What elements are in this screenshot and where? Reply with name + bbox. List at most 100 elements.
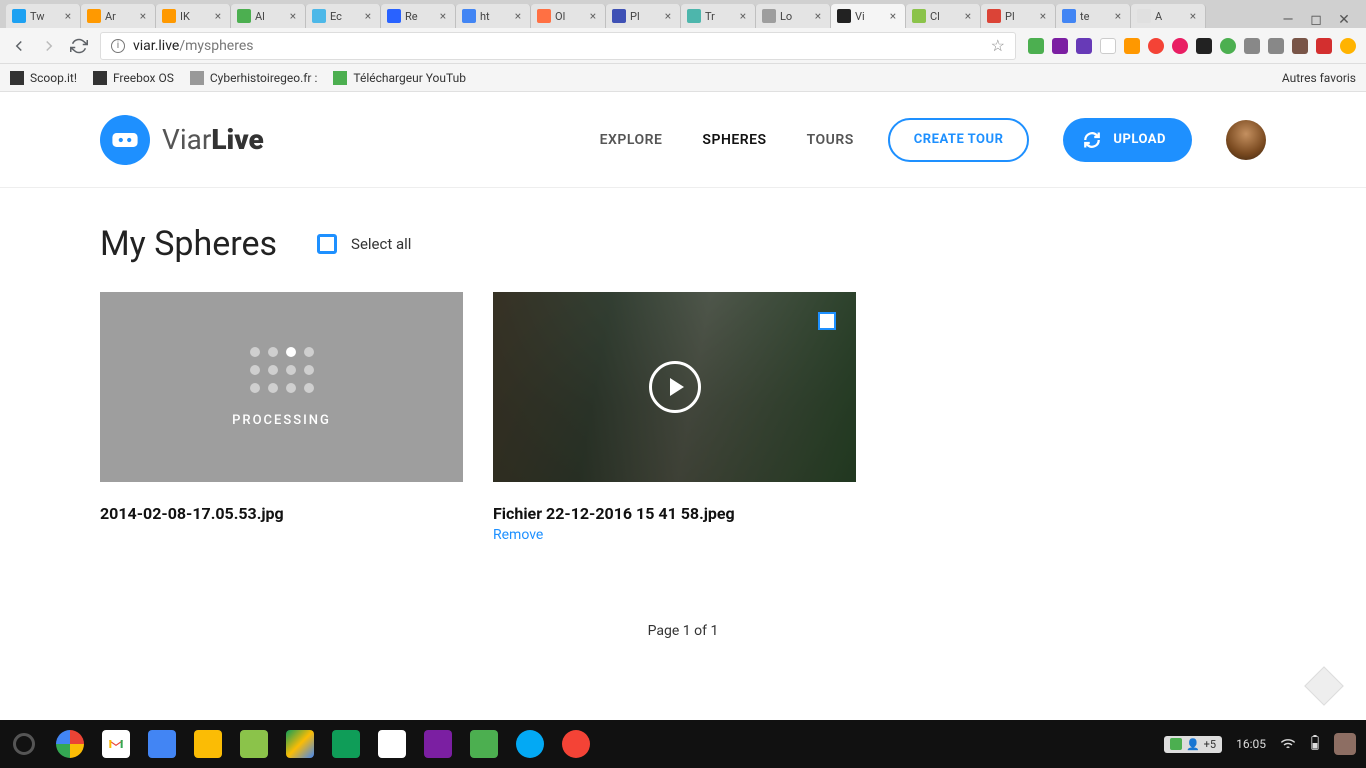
select-all-checkbox[interactable] <box>317 234 337 254</box>
launcher-button[interactable] <box>10 730 38 758</box>
bookmark-item[interactable]: Scoop.it! <box>10 71 77 85</box>
extension-icon[interactable] <box>1292 38 1308 54</box>
browser-tab[interactable]: Tw× <box>6 4 81 28</box>
select-all[interactable]: Select all <box>317 234 411 254</box>
slides-icon[interactable] <box>194 730 222 758</box>
app-icon[interactable] <box>562 730 590 758</box>
back-button[interactable] <box>10 37 28 55</box>
close-icon[interactable]: × <box>287 10 299 22</box>
extension-icon[interactable] <box>1316 38 1332 54</box>
upload-button[interactable]: UPLOAD <box>1063 118 1192 162</box>
feedly-icon[interactable] <box>332 730 360 758</box>
logo[interactable]: ViarLive <box>100 115 264 165</box>
omnibox[interactable]: i viar.live/myspheres ☆ <box>100 32 1016 60</box>
app-icon[interactable] <box>240 730 268 758</box>
browser-tab-active[interactable]: Vi× <box>831 4 906 28</box>
bookmark-item[interactable]: Téléchargeur YouTub <box>333 71 466 85</box>
close-icon[interactable]: × <box>512 10 524 22</box>
tab-title: Re <box>405 10 433 23</box>
sphere-select-checkbox[interactable] <box>818 312 836 330</box>
forward-button[interactable] <box>40 37 58 55</box>
minimize-button[interactable]: — <box>1280 12 1296 28</box>
extension-icon[interactable] <box>1172 38 1188 54</box>
bookmark-icon <box>10 71 24 85</box>
play-store-icon[interactable] <box>378 730 406 758</box>
extension-icon[interactable] <box>1100 38 1116 54</box>
browser-tab[interactable]: IK × <box>156 4 231 28</box>
window-controls: — ◻ ✕ <box>1272 12 1360 28</box>
clock[interactable]: 16:05 <box>1236 737 1266 751</box>
browser-tab[interactable]: Ar× <box>81 4 156 28</box>
create-tour-button[interactable]: CREATE TOUR <box>888 118 1030 162</box>
close-icon[interactable]: × <box>1187 10 1199 22</box>
nav-spheres[interactable]: SPHERES <box>702 132 766 148</box>
close-icon[interactable]: × <box>887 10 899 22</box>
docs-icon[interactable] <box>148 730 176 758</box>
bookmark-star-icon[interactable]: ☆ <box>991 36 1005 55</box>
extension-icon[interactable] <box>1076 38 1092 54</box>
app-icon[interactable] <box>470 730 498 758</box>
page-title: My Spheres <box>100 224 277 264</box>
notification-badge[interactable]: 👤 +5 <box>1164 736 1222 753</box>
gmail-icon[interactable] <box>102 730 130 758</box>
browser-tab[interactable]: Cl× <box>906 4 981 28</box>
close-icon[interactable]: × <box>437 10 449 22</box>
browser-tab[interactable]: Pl× <box>606 4 681 28</box>
close-icon[interactable]: × <box>1037 10 1049 22</box>
user-avatar-icon[interactable] <box>1334 733 1356 755</box>
nav-tours[interactable]: TOURS <box>807 132 854 148</box>
wifi-icon[interactable] <box>1280 737 1296 752</box>
close-icon[interactable]: × <box>137 10 149 22</box>
close-icon[interactable]: × <box>587 10 599 22</box>
sphere-thumbnail[interactable] <box>493 292 856 482</box>
browser-tab[interactable]: ht× <box>456 4 531 28</box>
extension-icon[interactable] <box>1196 38 1212 54</box>
user-avatar[interactable] <box>1226 120 1266 160</box>
reload-button[interactable] <box>70 37 88 55</box>
remove-link[interactable]: Remove <box>493 527 856 543</box>
chrome-icon[interactable] <box>56 730 84 758</box>
onenote-icon[interactable] <box>1052 38 1068 54</box>
main-content: My Spheres Select all PROCESSING 2014-02… <box>0 188 1366 675</box>
sphere-thumbnail-processing[interactable]: PROCESSING <box>100 292 463 482</box>
files-icon[interactable] <box>516 730 544 758</box>
onenote-icon[interactable] <box>424 730 452 758</box>
close-icon[interactable]: × <box>362 10 374 22</box>
browser-tab[interactable]: Ol× <box>531 4 606 28</box>
browser-tab[interactable]: Lo× <box>756 4 831 28</box>
extension-icon[interactable] <box>1028 38 1044 54</box>
extension-icon[interactable] <box>1268 38 1284 54</box>
extension-icon[interactable] <box>1220 38 1236 54</box>
browser-tab[interactable]: Pl× <box>981 4 1056 28</box>
bookmark-item[interactable]: Freebox OS <box>93 71 174 85</box>
battery-icon[interactable] <box>1310 735 1320 754</box>
browser-tab[interactable]: te× <box>1056 4 1131 28</box>
close-icon[interactable]: × <box>662 10 674 22</box>
browser-tab[interactable]: Ec× <box>306 4 381 28</box>
browser-tab[interactable]: Re × <box>381 4 456 28</box>
twitter-icon <box>12 9 26 23</box>
close-icon[interactable]: × <box>62 10 74 22</box>
browser-tab[interactable]: Al× <box>231 4 306 28</box>
extension-icon[interactable] <box>1148 38 1164 54</box>
profile-icon[interactable] <box>1340 38 1356 54</box>
nav-explore[interactable]: EXPLORE <box>600 132 663 148</box>
close-window-button[interactable]: ✕ <box>1336 12 1352 28</box>
maximize-button[interactable]: ◻ <box>1308 12 1324 28</box>
play-button[interactable] <box>649 361 701 413</box>
cast-icon[interactable] <box>1244 38 1260 54</box>
tab-title: IK <box>180 10 208 23</box>
close-icon[interactable]: × <box>1112 10 1124 22</box>
other-bookmarks[interactable]: Autres favoris <box>1276 71 1356 85</box>
bookmark-label: Cyberhistoiregeo.fr : <box>210 71 318 85</box>
bookmark-item[interactable]: Cyberhistoiregeo.fr : <box>190 71 318 85</box>
drive-icon[interactable] <box>286 730 314 758</box>
site-info-icon[interactable]: i <box>111 39 125 53</box>
close-icon[interactable]: × <box>212 10 224 22</box>
browser-tab[interactable]: A× <box>1131 4 1206 28</box>
close-icon[interactable]: × <box>962 10 974 22</box>
browser-tab[interactable]: Tr× <box>681 4 756 28</box>
rss-icon[interactable] <box>1124 38 1140 54</box>
close-icon[interactable]: × <box>812 10 824 22</box>
close-icon[interactable]: × <box>737 10 749 22</box>
